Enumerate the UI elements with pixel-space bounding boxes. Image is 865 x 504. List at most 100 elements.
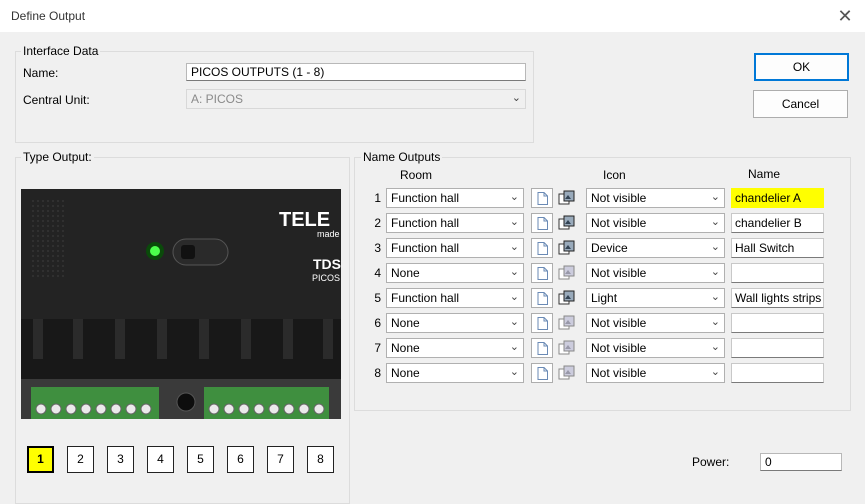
device-image: TELE made TDS PICOS xyxy=(21,189,341,419)
name-field[interactable]: PICOS OUTPUTS (1 - 8) xyxy=(186,63,526,81)
chevron-down-icon: ⌄ xyxy=(509,291,519,303)
ok-button[interactable]: OK xyxy=(754,53,849,81)
output-button-2[interactable]: 2 xyxy=(67,446,94,473)
icon-select[interactable]: Light ⌄ xyxy=(586,288,725,308)
title-bar: Define Output ✕ xyxy=(0,0,865,32)
room-picture-icon[interactable] xyxy=(556,288,578,308)
room-picture-icon[interactable] xyxy=(556,363,578,383)
room-column-header: Room xyxy=(400,168,433,182)
type-output-label: Type Output: xyxy=(21,150,94,164)
chevron-down-icon: ⌄ xyxy=(509,341,519,353)
room-value: None xyxy=(391,341,420,355)
output-name-field[interactable] xyxy=(731,363,824,383)
room-value: Function hall xyxy=(391,216,460,230)
output-name-field[interactable] xyxy=(731,313,824,333)
output-button-3[interactable]: 3 xyxy=(107,446,134,473)
room-picture-icon[interactable] xyxy=(556,213,578,233)
document-icon[interactable] xyxy=(531,338,553,358)
icon-column-header: Icon xyxy=(603,168,626,182)
cancel-button[interactable]: Cancel xyxy=(753,90,848,118)
document-icon[interactable] xyxy=(531,313,553,333)
document-icon[interactable] xyxy=(531,238,553,258)
room-picture-icon[interactable] xyxy=(556,263,578,283)
icon-select[interactable]: Not visible ⌄ xyxy=(586,338,725,358)
device-brand-text: TELE xyxy=(279,209,330,231)
icon-value: Light xyxy=(591,291,618,305)
room-select[interactable]: Function hall ⌄ xyxy=(386,288,524,308)
room-select[interactable]: Function hall ⌄ xyxy=(386,238,524,258)
window-title: Define Output xyxy=(11,9,86,23)
output-name-field[interactable]: Hall Switch xyxy=(731,238,824,258)
chevron-down-icon: ⌄ xyxy=(710,241,720,253)
room-picture-icon[interactable] xyxy=(556,238,578,258)
row-number: 3 xyxy=(374,241,381,255)
chevron-down-icon: ⌄ xyxy=(509,191,519,203)
output-name-field[interactable]: chandelier B xyxy=(731,213,824,233)
row-number: 4 xyxy=(374,266,381,280)
icon-value: Not visible xyxy=(591,216,647,230)
icon-value: Not visible xyxy=(591,366,647,380)
device-sub-text: PICOS xyxy=(312,273,340,283)
name-outputs-label: Name Outputs xyxy=(361,150,443,164)
icon-value: Not visible xyxy=(591,266,647,280)
icon-value: Not visible xyxy=(591,191,647,205)
power-label: Power: xyxy=(692,455,730,469)
room-select[interactable]: None ⌄ xyxy=(386,313,524,333)
document-icon[interactable] xyxy=(531,288,553,308)
icon-value: Not visible xyxy=(591,341,647,355)
icon-value: Device xyxy=(591,241,628,255)
room-value: Function hall xyxy=(391,291,460,305)
room-value: None xyxy=(391,266,420,280)
room-select[interactable]: None ⌄ xyxy=(386,338,524,358)
icon-select[interactable]: Device ⌄ xyxy=(586,238,725,258)
device-model-text: TDS xyxy=(313,256,341,272)
close-icon[interactable]: ✕ xyxy=(835,6,855,26)
room-picture-icon[interactable] xyxy=(556,188,578,208)
output-button-1[interactable]: 1 xyxy=(27,446,54,473)
icon-select[interactable]: Not visible ⌄ xyxy=(586,363,725,383)
chevron-down-icon: ⌄ xyxy=(710,316,720,328)
room-picture-icon[interactable] xyxy=(556,313,578,333)
interface-data-label: Interface Data xyxy=(21,44,101,58)
room-value: None xyxy=(391,316,420,330)
icon-value: Not visible xyxy=(591,316,647,330)
row-number: 6 xyxy=(374,316,381,330)
room-value: Function hall xyxy=(391,241,460,255)
document-icon[interactable] xyxy=(531,213,553,233)
room-select[interactable]: Function hall ⌄ xyxy=(386,188,524,208)
document-icon[interactable] xyxy=(531,188,553,208)
output-button-7[interactable]: 7 xyxy=(267,446,294,473)
output-button-4[interactable]: 4 xyxy=(147,446,174,473)
chevron-down-icon: ⌄ xyxy=(509,216,519,228)
name-column-header: Name xyxy=(748,167,781,181)
chevron-down-icon: ⌄ xyxy=(509,266,519,278)
power-field[interactable]: 0 xyxy=(760,453,842,471)
chevron-down-icon: ⌄ xyxy=(509,241,519,253)
output-button-5[interactable]: 5 xyxy=(187,446,214,473)
name-label: Name: xyxy=(23,66,59,80)
output-button-8[interactable]: 8 xyxy=(307,446,334,473)
room-select[interactable]: None ⌄ xyxy=(386,263,524,283)
icon-select[interactable]: Not visible ⌄ xyxy=(586,213,725,233)
output-button-6[interactable]: 6 xyxy=(227,446,254,473)
room-picture-icon[interactable] xyxy=(556,338,578,358)
chevron-down-icon: ⌄ xyxy=(509,366,519,378)
output-name-field[interactable]: chandelier A xyxy=(731,188,824,208)
document-icon[interactable] xyxy=(531,263,553,283)
room-select[interactable]: Function hall ⌄ xyxy=(386,213,524,233)
output-name-field[interactable] xyxy=(731,338,824,358)
icon-select[interactable]: Not visible ⌄ xyxy=(586,313,725,333)
output-name-field[interactable]: Wall lights strips xyxy=(731,288,824,308)
chevron-down-icon: ⌄ xyxy=(710,366,720,378)
chevron-down-icon: ⌄ xyxy=(509,316,519,328)
output-name-field[interactable] xyxy=(731,263,824,283)
row-number: 1 xyxy=(374,191,381,205)
room-select[interactable]: None ⌄ xyxy=(386,363,524,383)
document-icon[interactable] xyxy=(531,363,553,383)
icon-select[interactable]: Not visible ⌄ xyxy=(586,263,725,283)
chevron-down-icon: ⌄ xyxy=(710,266,720,278)
chevron-down-icon: ⌄ xyxy=(710,191,720,203)
central-unit-select[interactable]: A: PICOS ⌄ xyxy=(186,89,526,109)
chevron-down-icon: ⌄ xyxy=(710,216,720,228)
icon-select[interactable]: Not visible ⌄ xyxy=(586,188,725,208)
